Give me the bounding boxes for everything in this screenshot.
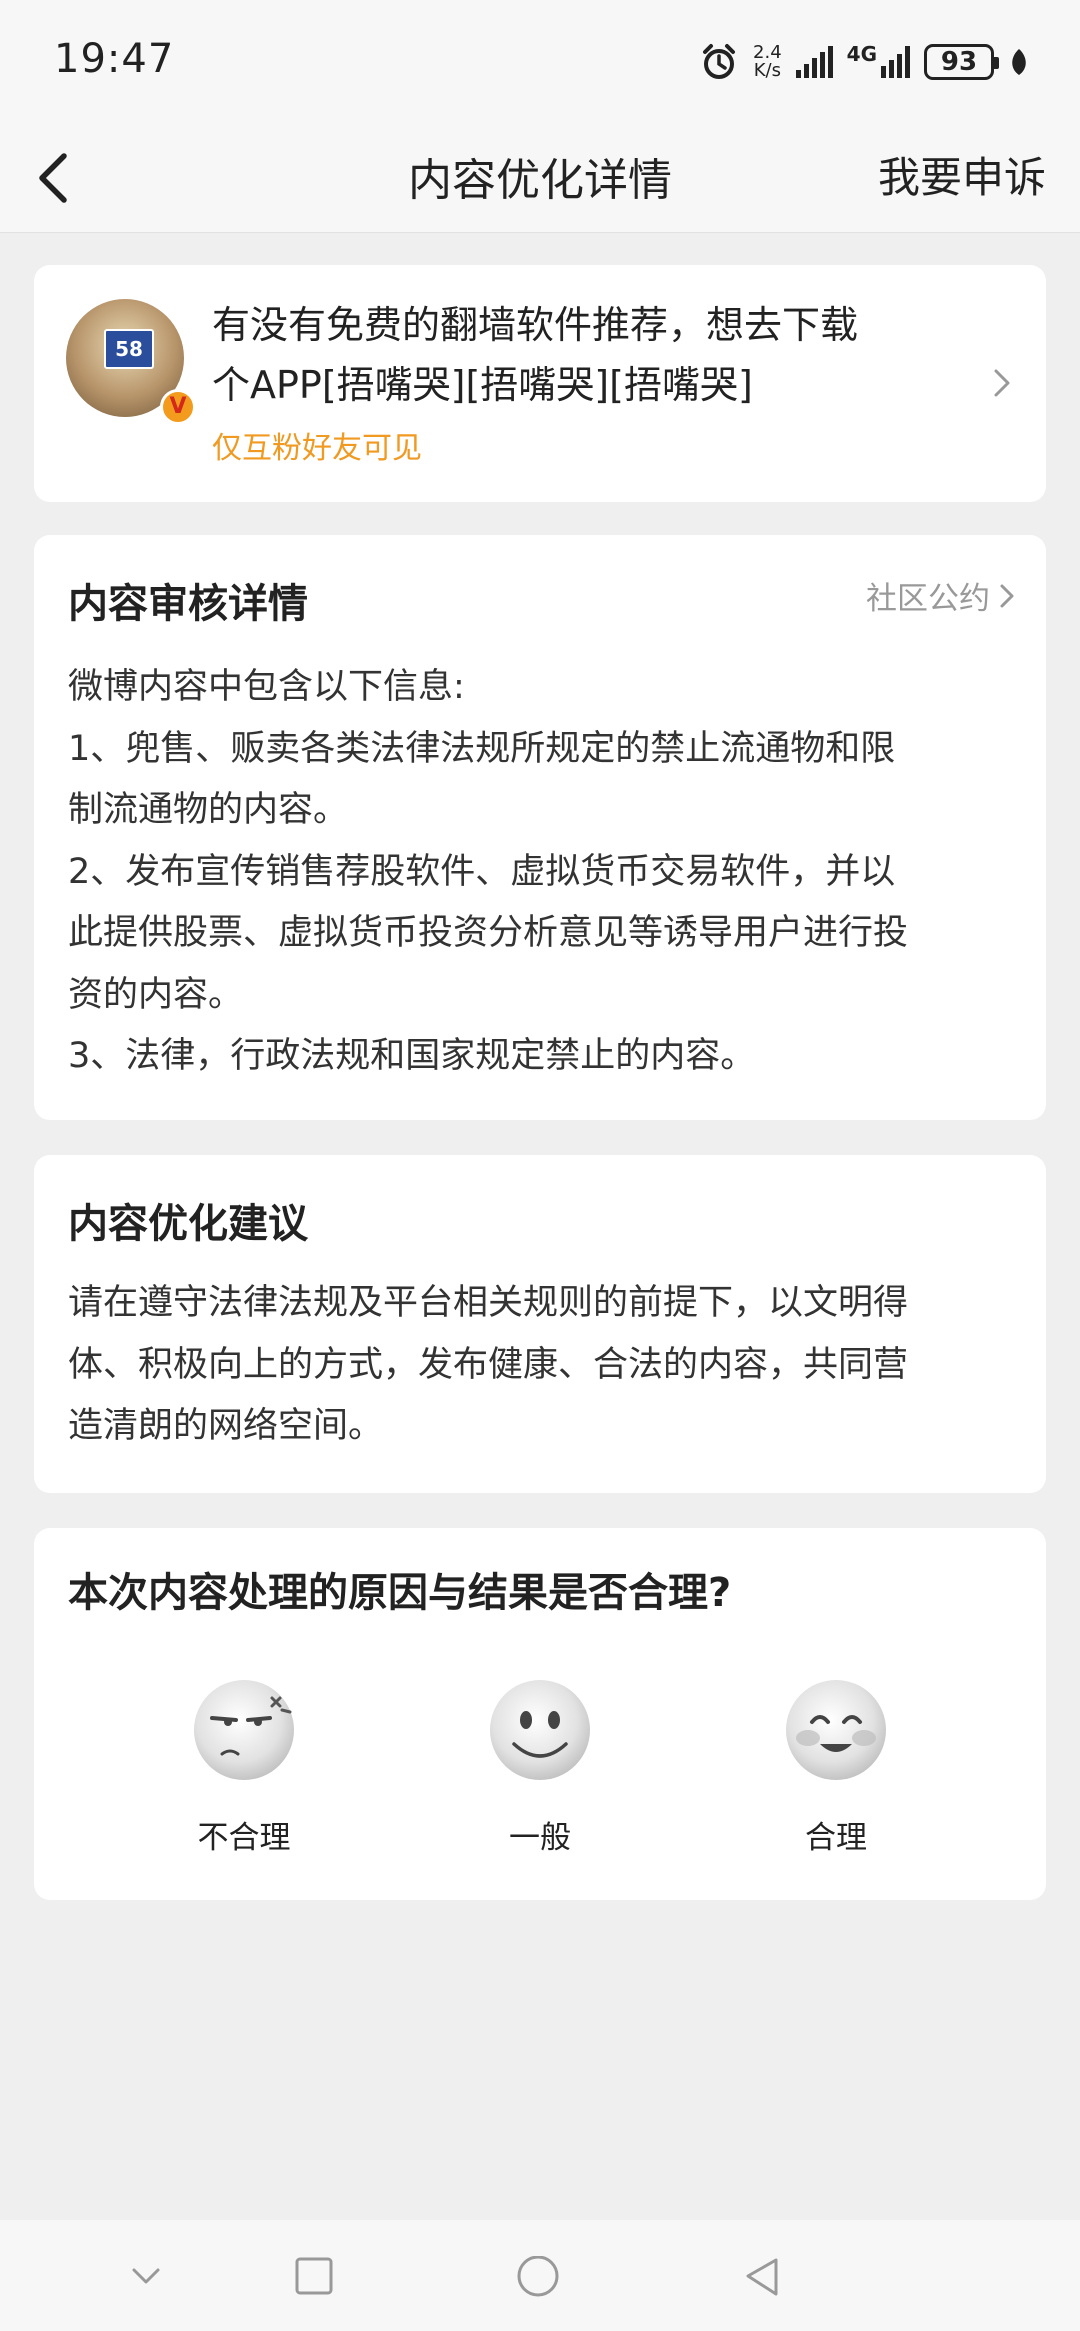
nav-bar: 内容优化详情 我要申诉 xyxy=(0,120,1080,233)
review-item: 3、法律，行政法规和国家规定禁止的内容。 xyxy=(68,1036,756,1076)
rating-label: 合理 xyxy=(805,1820,867,1856)
rating-label: 一般 xyxy=(509,1820,571,1856)
signal-4g-icon xyxy=(881,46,910,78)
avatar-sign-text: 58 xyxy=(104,329,154,369)
chevron-right-icon xyxy=(1000,584,1014,607)
community-guidelines-link[interactable]: 社区公约 xyxy=(866,573,1016,618)
community-guidelines-label: 社区公约 xyxy=(866,581,990,617)
net-speed: 2.4 K/s xyxy=(753,44,782,80)
avatar: 58 V xyxy=(66,299,196,425)
appeal-button[interactable]: 我要申诉 xyxy=(878,144,1046,205)
system-nav-bar xyxy=(0,2220,1080,2331)
rating-unreasonable[interactable]: 不合理 xyxy=(154,1678,334,1857)
recent-apps-square-icon[interactable] xyxy=(294,2256,334,2296)
signal-4g: 4G xyxy=(847,42,910,78)
review-item: 1、兜售、贩卖各类法律法规所规定的禁止流通物和限 xyxy=(68,728,896,769)
review-details-card: 内容审核详情 社区公约 微博内容中包含以下信息: 1、兜售、贩卖各类法律法规所规… xyxy=(34,535,1046,1120)
suggestion-line: 造清朗的网络空间。 xyxy=(68,1406,384,1446)
network-type: 4G xyxy=(846,42,877,66)
battery-level: 93 xyxy=(940,47,978,77)
review-item: 资的内容。 xyxy=(68,974,244,1015)
post-text: 有没有免费的翻墙软件推荐，想去下载 个APP[捂嘴哭][捂嘴哭][捂嘴哭] xyxy=(212,295,972,415)
suggestion-card: 内容优化建议 请在遵守法律法规及平台相关规则的前提下，以文明得 体、积极向上的方… xyxy=(34,1155,1046,1493)
back-triangle-icon[interactable] xyxy=(742,2256,782,2300)
review-item: 2、发布宣传销售荐股软件、虚拟货币交易软件，并以 xyxy=(68,851,896,892)
battery-indicator: 93 xyxy=(924,44,999,80)
review-item: 制流通物的内容。 xyxy=(68,790,349,830)
review-item: 此提供股票、虚拟货币投资分析意见等诱导用户进行投 xyxy=(68,913,909,953)
post-text-line: 有没有免费的翻墙软件推荐，想去下载 xyxy=(212,303,859,347)
review-body: 微博内容中包含以下信息: 1、兜售、贩卖各类法律法规所规定的禁止流通物和限 制流… xyxy=(68,657,1018,1088)
rating-reasonable[interactable]: 合理 xyxy=(746,1678,926,1857)
chevron-right-icon xyxy=(994,369,1010,397)
suggestion-body: 请在遵守法律法规及平台相关规则的前提下，以文明得 体、积极向上的方式，发布健康、… xyxy=(68,1273,1018,1458)
status-time: 19:47 xyxy=(54,36,175,82)
suggestion-line: 体、积极向上的方式，发布健康、合法的内容，共同营 xyxy=(68,1344,909,1385)
alarm-icon xyxy=(703,44,736,79)
suggestion-line: 请在遵守法律法规及平台相关规则的前提下，以文明得 xyxy=(68,1283,909,1323)
happy-blush-face-icon xyxy=(786,1680,886,1780)
home-circle-icon[interactable] xyxy=(516,2256,560,2300)
chevron-down-icon[interactable] xyxy=(126,2256,166,2296)
neutral-smile-face-icon xyxy=(490,1680,590,1780)
rating-neutral[interactable]: 一般 xyxy=(450,1678,630,1857)
annoyed-face-icon xyxy=(194,1680,294,1780)
rating-label: 不合理 xyxy=(197,1820,291,1856)
signal-icon xyxy=(795,46,833,78)
leaf-icon xyxy=(1012,49,1026,75)
review-intro: 微博内容中包含以下信息: xyxy=(68,667,465,707)
review-title: 内容审核详情 xyxy=(68,581,308,627)
feedback-question: 本次内容处理的原因与结果是否合理? xyxy=(68,1570,732,1616)
post-card[interactable]: 58 V 有没有免费的翻墙软件推荐，想去下载 个APP[捂嘴哭][捂嘴哭][捂嘴… xyxy=(34,265,1046,502)
status-bar: 19:47 2.4 K/s 4G 93 xyxy=(0,0,1080,120)
net-speed-unit: K/s xyxy=(753,60,781,81)
status-icons: 2.4 K/s 4G 93 xyxy=(699,36,1030,88)
post-text-line: 个APP[捂嘴哭][捂嘴哭][捂嘴哭] xyxy=(212,363,753,407)
verified-badge-icon: V xyxy=(160,389,196,425)
suggestion-title: 内容优化建议 xyxy=(68,1201,308,1247)
feedback-card: 本次内容处理的原因与结果是否合理? 不合理 一般 合理 xyxy=(34,1528,1046,1900)
visibility-label: 仅互粉好友可见 xyxy=(212,431,422,466)
